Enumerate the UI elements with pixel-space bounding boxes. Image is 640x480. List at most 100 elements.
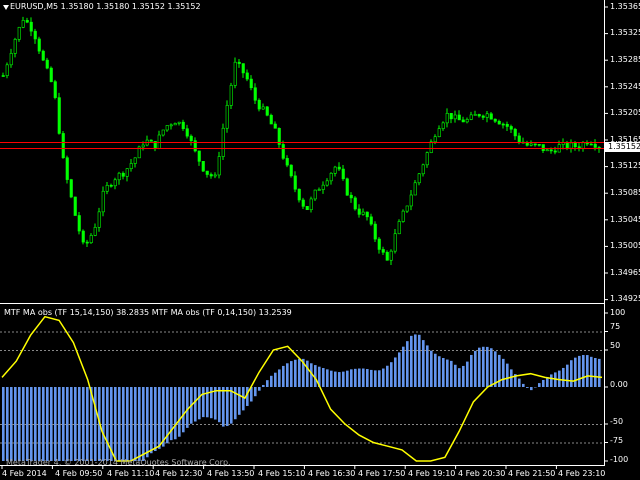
candle-body: [101, 190, 105, 213]
indicator-axis-label: 0.00: [610, 380, 628, 389]
candle-body: [65, 157, 69, 180]
candle-body: [305, 206, 309, 211]
chart-pointer-icon: [3, 5, 9, 10]
price-axis-label: 1.35045: [610, 215, 640, 224]
price-axis-label: 1.34965: [610, 268, 640, 277]
histogram-bar: [438, 356, 441, 387]
histogram-bar: [198, 387, 201, 420]
histogram-bar: [298, 358, 301, 387]
time-axis-label: 4 Feb 09:50: [55, 469, 103, 478]
histogram-bar: [162, 387, 165, 447]
histogram-bar: [442, 358, 445, 387]
histogram-bar: [354, 368, 357, 387]
candle-body: [181, 121, 185, 129]
candle-body: [5, 64, 9, 76]
histogram-bar: [258, 387, 261, 391]
histogram-bar: [218, 387, 221, 423]
histogram-bar: [578, 355, 581, 387]
candle-body: [73, 196, 77, 216]
candle-body: [593, 143, 597, 148]
candle-body: [57, 97, 61, 134]
candle-body: [185, 128, 189, 137]
candle-body: [129, 163, 133, 169]
histogram-bar: [494, 351, 497, 387]
candle-body: [273, 123, 277, 129]
candle-body: [425, 152, 429, 166]
histogram-bar: [370, 369, 373, 387]
candle-body: [245, 72, 249, 80]
candle-body: [357, 208, 361, 215]
histogram-bar: [278, 369, 281, 387]
histogram-bar: [242, 387, 245, 411]
candle-body: [25, 20, 29, 23]
candle-body: [525, 142, 529, 146]
histogram-bar: [194, 387, 197, 422]
candle-body: [449, 113, 453, 120]
histogram-bar: [566, 364, 569, 387]
candle-body: [189, 135, 193, 141]
indicator-axis-label: 50: [610, 341, 621, 350]
histogram-bar: [478, 347, 481, 387]
histogram-bar: [586, 355, 589, 387]
histogram-bar: [430, 350, 433, 387]
time-axis-label: 4 Feb 11:10: [107, 469, 155, 478]
histogram-bar: [174, 387, 177, 440]
time-axis-label: 4 Feb 15:10: [258, 469, 306, 478]
candle-body: [429, 141, 433, 153]
candle-body: [17, 26, 21, 40]
candle-body: [225, 105, 229, 129]
histogram-bar: [350, 369, 353, 387]
histogram-bar: [550, 374, 553, 387]
histogram-bar: [270, 375, 273, 387]
symbol-info: EURUSD,M5 1.35180 1.35180 1.35152 1.3515…: [10, 2, 201, 11]
candle-body: [261, 106, 265, 110]
histogram-bar: [226, 387, 229, 427]
price-axis-label: 1.34925: [610, 294, 640, 303]
histogram-bar: [254, 387, 257, 397]
chart-canvas[interactable]: [0, 0, 640, 480]
histogram-bar: [402, 346, 405, 387]
time-axis-label: 4 Feb 20:30: [458, 469, 506, 478]
candle-body: [229, 85, 233, 106]
candle-body: [169, 124, 173, 127]
histogram-bar: [358, 368, 361, 387]
candle-body: [413, 182, 417, 196]
candle-body: [369, 216, 373, 225]
candle-body: [409, 194, 413, 207]
time-axis-label: 4 Feb 13:50: [207, 469, 255, 478]
candle-body: [461, 119, 465, 123]
histogram-bar: [462, 365, 465, 387]
candle-body: [385, 251, 389, 261]
candle-body: [317, 189, 321, 191]
candle-body: [53, 81, 57, 98]
candle-body: [61, 133, 65, 159]
candle-body: [33, 30, 37, 40]
candle-body: [253, 87, 257, 101]
indicator-axis-label: 100: [610, 308, 626, 317]
histogram-bar: [530, 387, 533, 391]
candle-body: [341, 168, 345, 180]
candle-body: [437, 128, 441, 138]
histogram-bar: [490, 348, 493, 387]
candle-body: [29, 21, 33, 32]
candle-body: [301, 199, 305, 207]
candle-body: [325, 180, 329, 186]
candle-body: [233, 61, 237, 86]
histogram-bar: [222, 387, 225, 427]
candle-body: [485, 113, 489, 118]
candle-body: [505, 123, 509, 127]
histogram-bar: [294, 359, 297, 387]
candle-body: [49, 67, 53, 82]
candle-body: [573, 142, 577, 148]
histogram-bar: [346, 370, 349, 387]
candle-body: [541, 144, 545, 151]
histogram-bar: [574, 357, 577, 387]
candle-body: [321, 184, 325, 190]
candle-body: [105, 184, 109, 192]
histogram-bar: [418, 334, 421, 387]
time-axis-label: 4 Feb 2014: [2, 469, 47, 478]
histogram-bar: [374, 370, 377, 387]
histogram-bar: [146, 387, 149, 458]
copyright-text: MetaTrader 4, © 2001-2014 MetaQuotes Sof…: [6, 458, 231, 467]
candle-body: [97, 211, 101, 228]
